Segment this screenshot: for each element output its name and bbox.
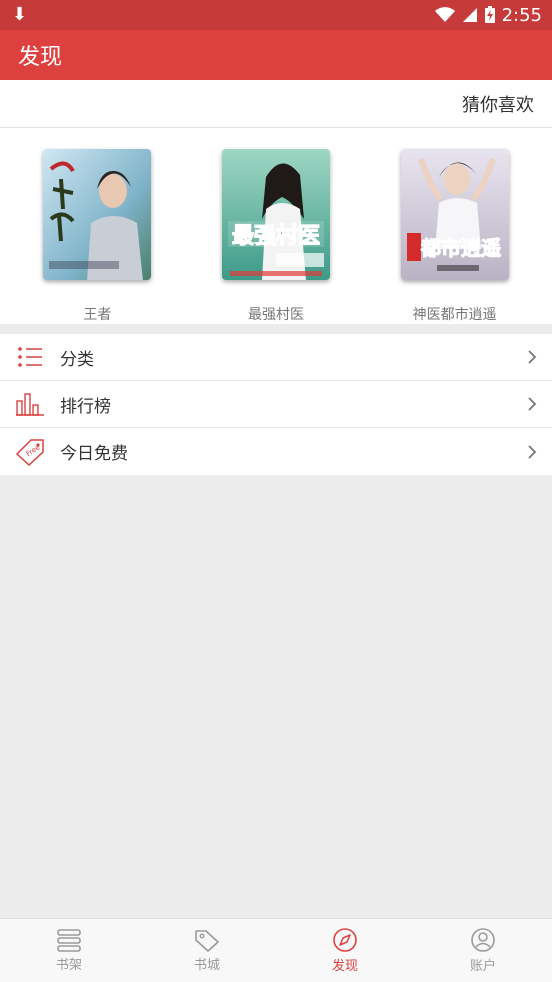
bottom-tab-bar: 书架 书城 发现 账户: [0, 918, 552, 982]
tab-label: 账户: [469, 959, 496, 974]
menu-item-label: 分类: [60, 349, 94, 370]
signal-icon: [462, 8, 477, 22]
book-cover[interactable]: 都市逍遥: [400, 149, 509, 280]
app-bar: 发现: [0, 30, 552, 80]
recommend-header-label[interactable]: 猜你喜欢: [462, 91, 534, 117]
tab-label: 书城: [193, 958, 220, 973]
download-icon: ⬇: [12, 4, 28, 25]
menu-item-label: 排行榜: [60, 396, 111, 417]
svg-text:最强村医: 最强村医: [232, 224, 320, 249]
menu-item-label: 今日免费: [60, 444, 128, 464]
bookshelf-icon: [57, 929, 81, 952]
page-title: 发现: [18, 45, 63, 70]
book-title[interactable]: 王者: [83, 304, 111, 324]
tab-discover[interactable]: 发现: [276, 919, 414, 982]
tab-bookstore[interactable]: 书城: [138, 919, 276, 982]
status-bar: ⬇ 2:55: [0, 0, 552, 30]
book-card[interactable]: 最强村医 最强村医: [201, 128, 351, 324]
chevron-right-icon: [512, 396, 552, 412]
bar-chart-icon: [0, 392, 60, 416]
tag-icon: [195, 930, 219, 952]
user-icon: [471, 928, 495, 952]
list-icon: [0, 346, 60, 368]
recommend-header: 猜你喜欢: [0, 80, 552, 128]
tab-label: 书架: [55, 958, 82, 973]
book-title[interactable]: 神医都市逍遥: [413, 304, 497, 324]
wifi-icon: [434, 7, 455, 22]
menu-item-free-today[interactable]: Free 今日免费: [0, 428, 552, 475]
chevron-right-icon: [512, 349, 552, 365]
recommend-book-list: 王者 最强村医 最强村医 都市逍遥 神医都市逍遥: [0, 128, 552, 324]
book-card[interactable]: 王者: [22, 128, 172, 324]
compass-icon: [333, 928, 357, 952]
tab-bookshelf[interactable]: 书架: [0, 919, 138, 982]
tab-account[interactable]: 账户: [414, 919, 552, 982]
discover-menu: 分类 排行榜 Free 今日免费: [0, 334, 552, 475]
svg-text:都市逍遥: 都市逍遥: [420, 236, 501, 260]
book-card[interactable]: 都市逍遥 神医都市逍遥: [380, 128, 530, 324]
book-title[interactable]: 最强村医: [248, 304, 304, 324]
battery-icon: [484, 6, 495, 23]
menu-item-ranking[interactable]: 排行榜: [0, 381, 552, 428]
menu-item-category[interactable]: 分类: [0, 334, 552, 381]
book-cover[interactable]: 最强村医: [221, 149, 330, 280]
book-cover[interactable]: [43, 149, 152, 280]
status-time: 2:55: [501, 4, 542, 26]
chevron-right-icon: [512, 444, 552, 460]
tab-label: 发现: [331, 959, 358, 974]
free-tag-icon: Free: [0, 438, 60, 466]
